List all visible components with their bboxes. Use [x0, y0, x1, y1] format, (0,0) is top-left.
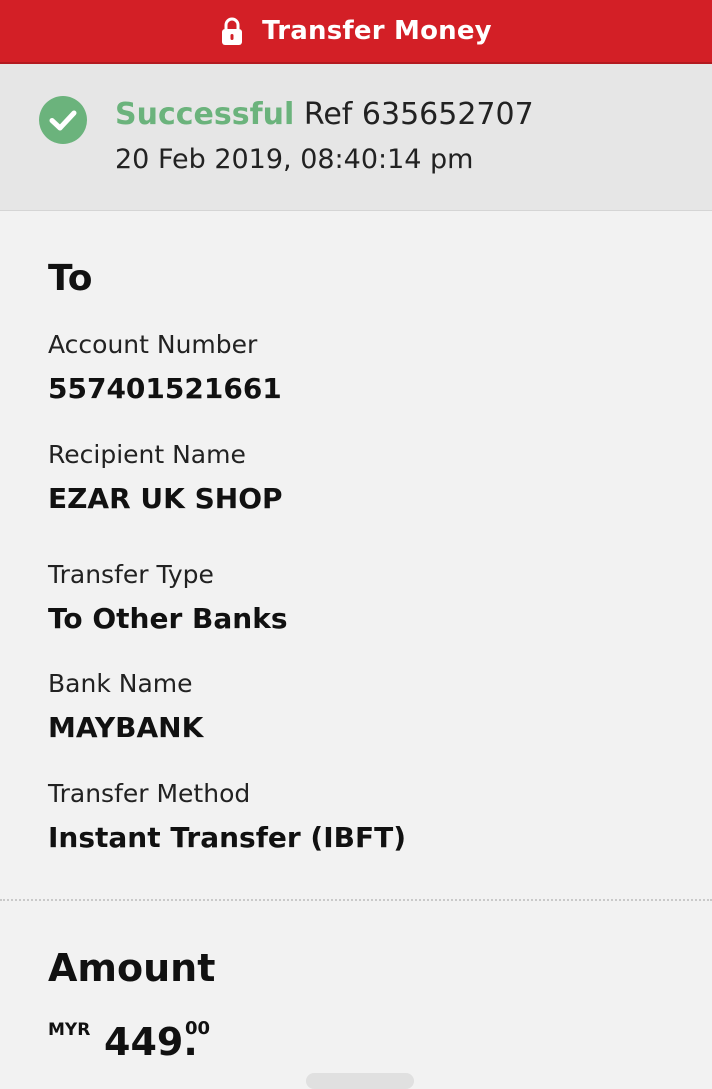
bank-name-label: Bank Name: [48, 669, 193, 698]
recipient-name-label: Recipient Name: [48, 440, 246, 469]
transaction-datetime: 20 Feb 2019, 08:40:14 pm: [115, 144, 474, 175]
account-number-label: Account Number: [48, 330, 258, 359]
recipient-name-value: EZAR UK SHOP: [48, 482, 283, 515]
amount-section-title: Amount: [48, 946, 216, 990]
bottom-sheet-handle[interactable]: [306, 1073, 414, 1089]
bank-name-value: MAYBANK: [48, 711, 204, 744]
header-bar: Transfer Money: [0, 0, 712, 64]
account-number-value: 557401521661: [48, 372, 282, 405]
transaction-status-panel: Successful Ref 635652707 20 Feb 2019, 08…: [0, 64, 712, 211]
amount-cents: 00: [185, 1018, 211, 1039]
currency-code: MYR: [48, 1020, 91, 1040]
transfer-type-value: To Other Banks: [48, 602, 288, 635]
reference-number: Ref 635652707: [303, 97, 534, 132]
status-line: Successful Ref 635652707: [115, 97, 534, 132]
check-circle-icon: [39, 96, 87, 144]
to-section-title: To: [48, 258, 93, 299]
transfer-method-label: Transfer Method: [48, 779, 251, 808]
section-divider: [0, 899, 712, 901]
page-title: Transfer Money: [262, 16, 492, 46]
status-text: Successful: [115, 97, 295, 132]
lock-icon: [222, 17, 243, 45]
amount-whole: 449.: [104, 1020, 198, 1064]
transfer-method-value: Instant Transfer (IBFT): [48, 821, 406, 854]
transfer-type-label: Transfer Type: [48, 560, 214, 589]
